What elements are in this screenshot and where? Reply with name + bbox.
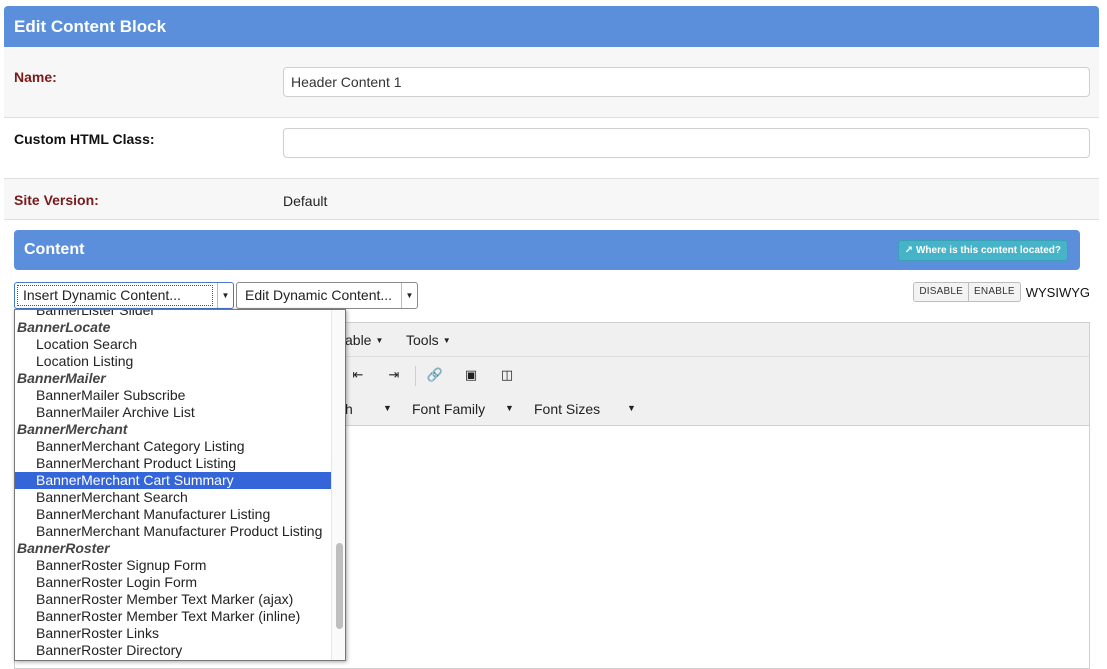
- media-icon[interactable]: ◫: [498, 366, 516, 384]
- dropdown-option[interactable]: BannerMerchant Search: [15, 489, 331, 506]
- site-version-label: Site Version:: [14, 192, 99, 208]
- menu-table[interactable]: able ▼: [345, 332, 383, 348]
- dropdown-option[interactable]: BannerRoster Member Text Marker (inline): [15, 608, 331, 625]
- name-input[interactable]: [283, 67, 1090, 97]
- content-title: Content: [24, 241, 85, 258]
- font-sizes-dropdown[interactable]: Font Sizes: [534, 401, 600, 417]
- edit-dynamic-content-value: Edit Dynamic Content...: [245, 287, 393, 303]
- outdent-icon[interactable]: ⇤: [349, 366, 367, 384]
- custom-class-label: Custom HTML Class:: [14, 131, 155, 147]
- dropdown-scrollbar[interactable]: [331, 310, 345, 660]
- dropdown-option-partial[interactable]: BannerLister Slider: [15, 310, 331, 319]
- indent-icon[interactable]: ⇥: [385, 366, 403, 384]
- dropdown-option[interactable]: BannerRoster Login Form: [15, 574, 331, 591]
- name-label: Name:: [14, 69, 57, 85]
- dropdown-option[interactable]: BannerMailer Subscribe: [15, 387, 331, 404]
- dropdown-option[interactable]: BannerMailer Archive List: [15, 404, 331, 421]
- font-family-dropdown[interactable]: Font Family: [412, 401, 485, 417]
- site-version-value: Default: [283, 193, 328, 209]
- name-row: Name:: [4, 47, 1099, 118]
- dropdown-option[interactable]: BannerMerchant Cart Summary: [15, 472, 331, 489]
- class-row: Custom HTML Class:: [4, 118, 1099, 179]
- dropdown-items: BannerLister Slider BannerLocate Location…: [15, 310, 331, 659]
- site-version-row: Site Version: Default: [4, 179, 1099, 220]
- dropdown-option[interactable]: BannerMerchant Category Listing: [15, 438, 331, 455]
- where-located-label: Where is this content located?: [915, 245, 1061, 256]
- wysiwyg-label: WYSIWYG: [1025, 284, 1090, 300]
- image-icon[interactable]: ▣: [462, 366, 480, 384]
- insert-dynamic-content-select[interactable]: Insert Dynamic Content... ▼: [14, 282, 234, 309]
- dropdown-group-label: BannerLocate: [17, 319, 111, 335]
- chevron-down-icon: ▼: [217, 283, 233, 308]
- caret-down-icon: ▼: [505, 403, 514, 413]
- dropdown-option[interactable]: BannerRoster Links: [15, 625, 331, 642]
- dropdown-option[interactable]: BannerMerchant Manufacturer Product List…: [15, 523, 331, 540]
- content-section-header: Content ↗ Where is this content located?: [14, 230, 1080, 270]
- dropdown-option[interactable]: Location Listing: [15, 353, 331, 370]
- wysiwyg-mode-switch: DISABLE ENABLE WYSIWYG: [913, 282, 1090, 302]
- link-icon[interactable]: 🔗: [426, 366, 444, 384]
- dropdown-group-label: BannerMailer: [17, 370, 106, 386]
- edit-dynamic-content-select[interactable]: Edit Dynamic Content... ▼: [236, 282, 418, 309]
- dynamic-content-dropdown-list[interactable]: BannerLister Slider BannerLocate Location…: [14, 309, 346, 661]
- external-link-icon: ↗: [904, 245, 913, 256]
- toolbar-divider: [415, 366, 416, 386]
- dropdown-option[interactable]: BannerMerchant Manufacturer Listing: [15, 506, 331, 523]
- paragraph-format-dropdown[interactable]: h: [345, 401, 353, 417]
- dropdown-group-label: BannerMerchant: [17, 421, 128, 437]
- chevron-down-icon: ▼: [401, 283, 417, 308]
- scrollbar-thumb[interactable]: [336, 543, 343, 629]
- dropdown-option[interactable]: BannerRoster Signup Form: [15, 557, 331, 574]
- caret-down-icon: ▼: [375, 336, 384, 345]
- disable-wysiwyg-button[interactable]: DISABLE: [913, 282, 970, 302]
- custom-class-input[interactable]: [283, 128, 1090, 158]
- caret-down-icon: ▼: [442, 336, 451, 345]
- caret-down-icon: ▼: [627, 403, 636, 413]
- where-located-button[interactable]: ↗ Where is this content located?: [897, 240, 1068, 261]
- panel-title: Edit Content Block: [4, 6, 1099, 47]
- dropdown-option[interactable]: Location Search: [15, 336, 331, 353]
- dropdown-option[interactable]: BannerMerchant Product Listing: [15, 455, 331, 472]
- dropdown-option[interactable]: BannerRoster Member Text Marker (ajax): [15, 591, 331, 608]
- dropdown-option[interactable]: BannerRoster Directory: [15, 642, 331, 659]
- caret-down-icon: ▼: [383, 403, 392, 413]
- enable-wysiwyg-button[interactable]: ENABLE: [969, 282, 1021, 302]
- dropdown-group-label: BannerRoster: [17, 540, 110, 556]
- menu-tools[interactable]: Tools ▼: [406, 332, 451, 348]
- focus-ring: [17, 285, 213, 306]
